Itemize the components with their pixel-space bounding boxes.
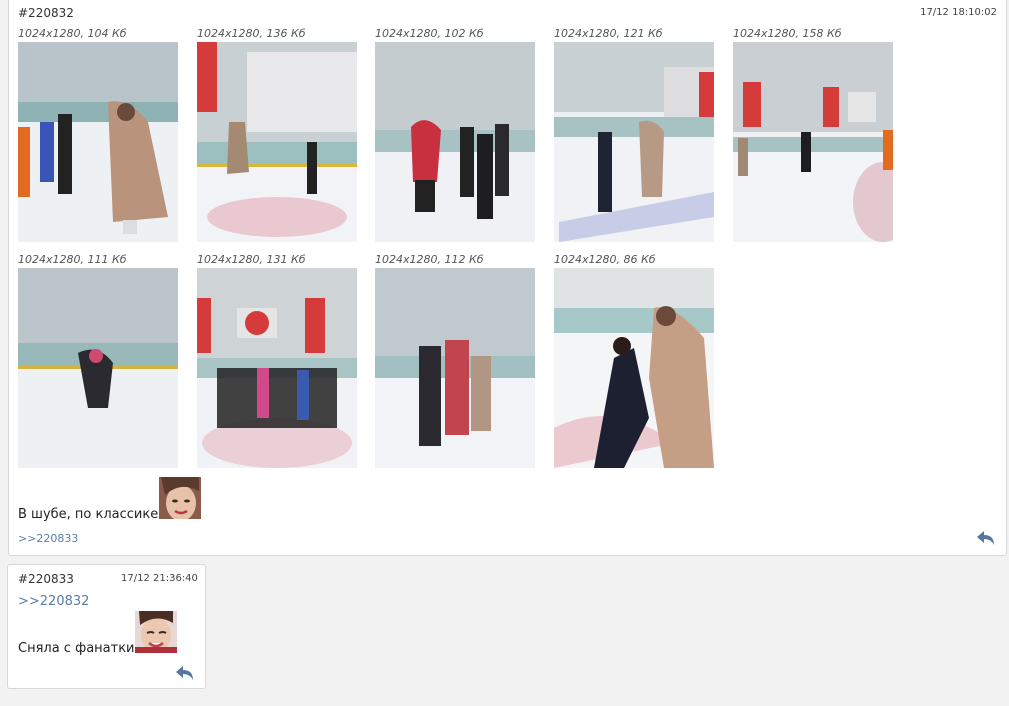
post-220833: #220833 17/12 21:36:40 >>220832 Сняла с … bbox=[7, 564, 206, 689]
image-thumbnail[interactable] bbox=[18, 268, 178, 468]
face-sticker-icon bbox=[159, 477, 201, 519]
image-thumbnail[interactable] bbox=[554, 42, 714, 242]
post-id[interactable]: #220832 bbox=[18, 6, 74, 20]
thumb-meta: 1024x1280, 158 Кб bbox=[733, 27, 842, 40]
thumb-meta: 1024x1280, 112 Кб bbox=[375, 253, 484, 266]
thumb-meta: 1024x1280, 131 Кб bbox=[197, 253, 306, 266]
image-thumbnail[interactable] bbox=[375, 42, 535, 242]
thumb-meta: 1024x1280, 102 Кб bbox=[375, 27, 484, 40]
thumb-meta: 1024x1280, 136 Кб bbox=[197, 27, 306, 40]
quote-link[interactable]: >>220832 bbox=[18, 594, 89, 609]
thumb-meta: 1024x1280, 111 Кб bbox=[18, 253, 127, 266]
post-id[interactable]: #220833 bbox=[18, 572, 74, 586]
reply-arrow-icon[interactable] bbox=[175, 665, 195, 681]
face-sticker-icon bbox=[135, 611, 177, 653]
image-thumbnail[interactable] bbox=[197, 42, 357, 242]
image-thumbnail[interactable] bbox=[18, 42, 178, 242]
image-thumbnail[interactable] bbox=[197, 268, 357, 468]
image-thumbnail[interactable] bbox=[554, 268, 714, 468]
reply-reference-link[interactable]: >>220833 bbox=[18, 532, 78, 545]
post-message: В шубе, по классике bbox=[18, 507, 159, 522]
image-thumbnail[interactable] bbox=[375, 268, 535, 468]
post-date: 17/12 18:10:02 bbox=[920, 7, 997, 18]
post-message: Сняла с фанатки bbox=[18, 641, 135, 656]
thumb-meta: 1024x1280, 121 Кб bbox=[554, 27, 663, 40]
reply-arrow-icon[interactable] bbox=[976, 530, 996, 546]
thumb-meta: 1024x1280, 104 Кб bbox=[18, 27, 127, 40]
image-thumbnail[interactable] bbox=[733, 42, 893, 242]
post-220832: #220832 17/12 18:10:02 1024x1280, 104 Кб… bbox=[8, 0, 1007, 556]
thumb-meta: 1024x1280, 86 Кб bbox=[554, 253, 656, 266]
post-date: 17/12 21:36:40 bbox=[121, 573, 198, 584]
